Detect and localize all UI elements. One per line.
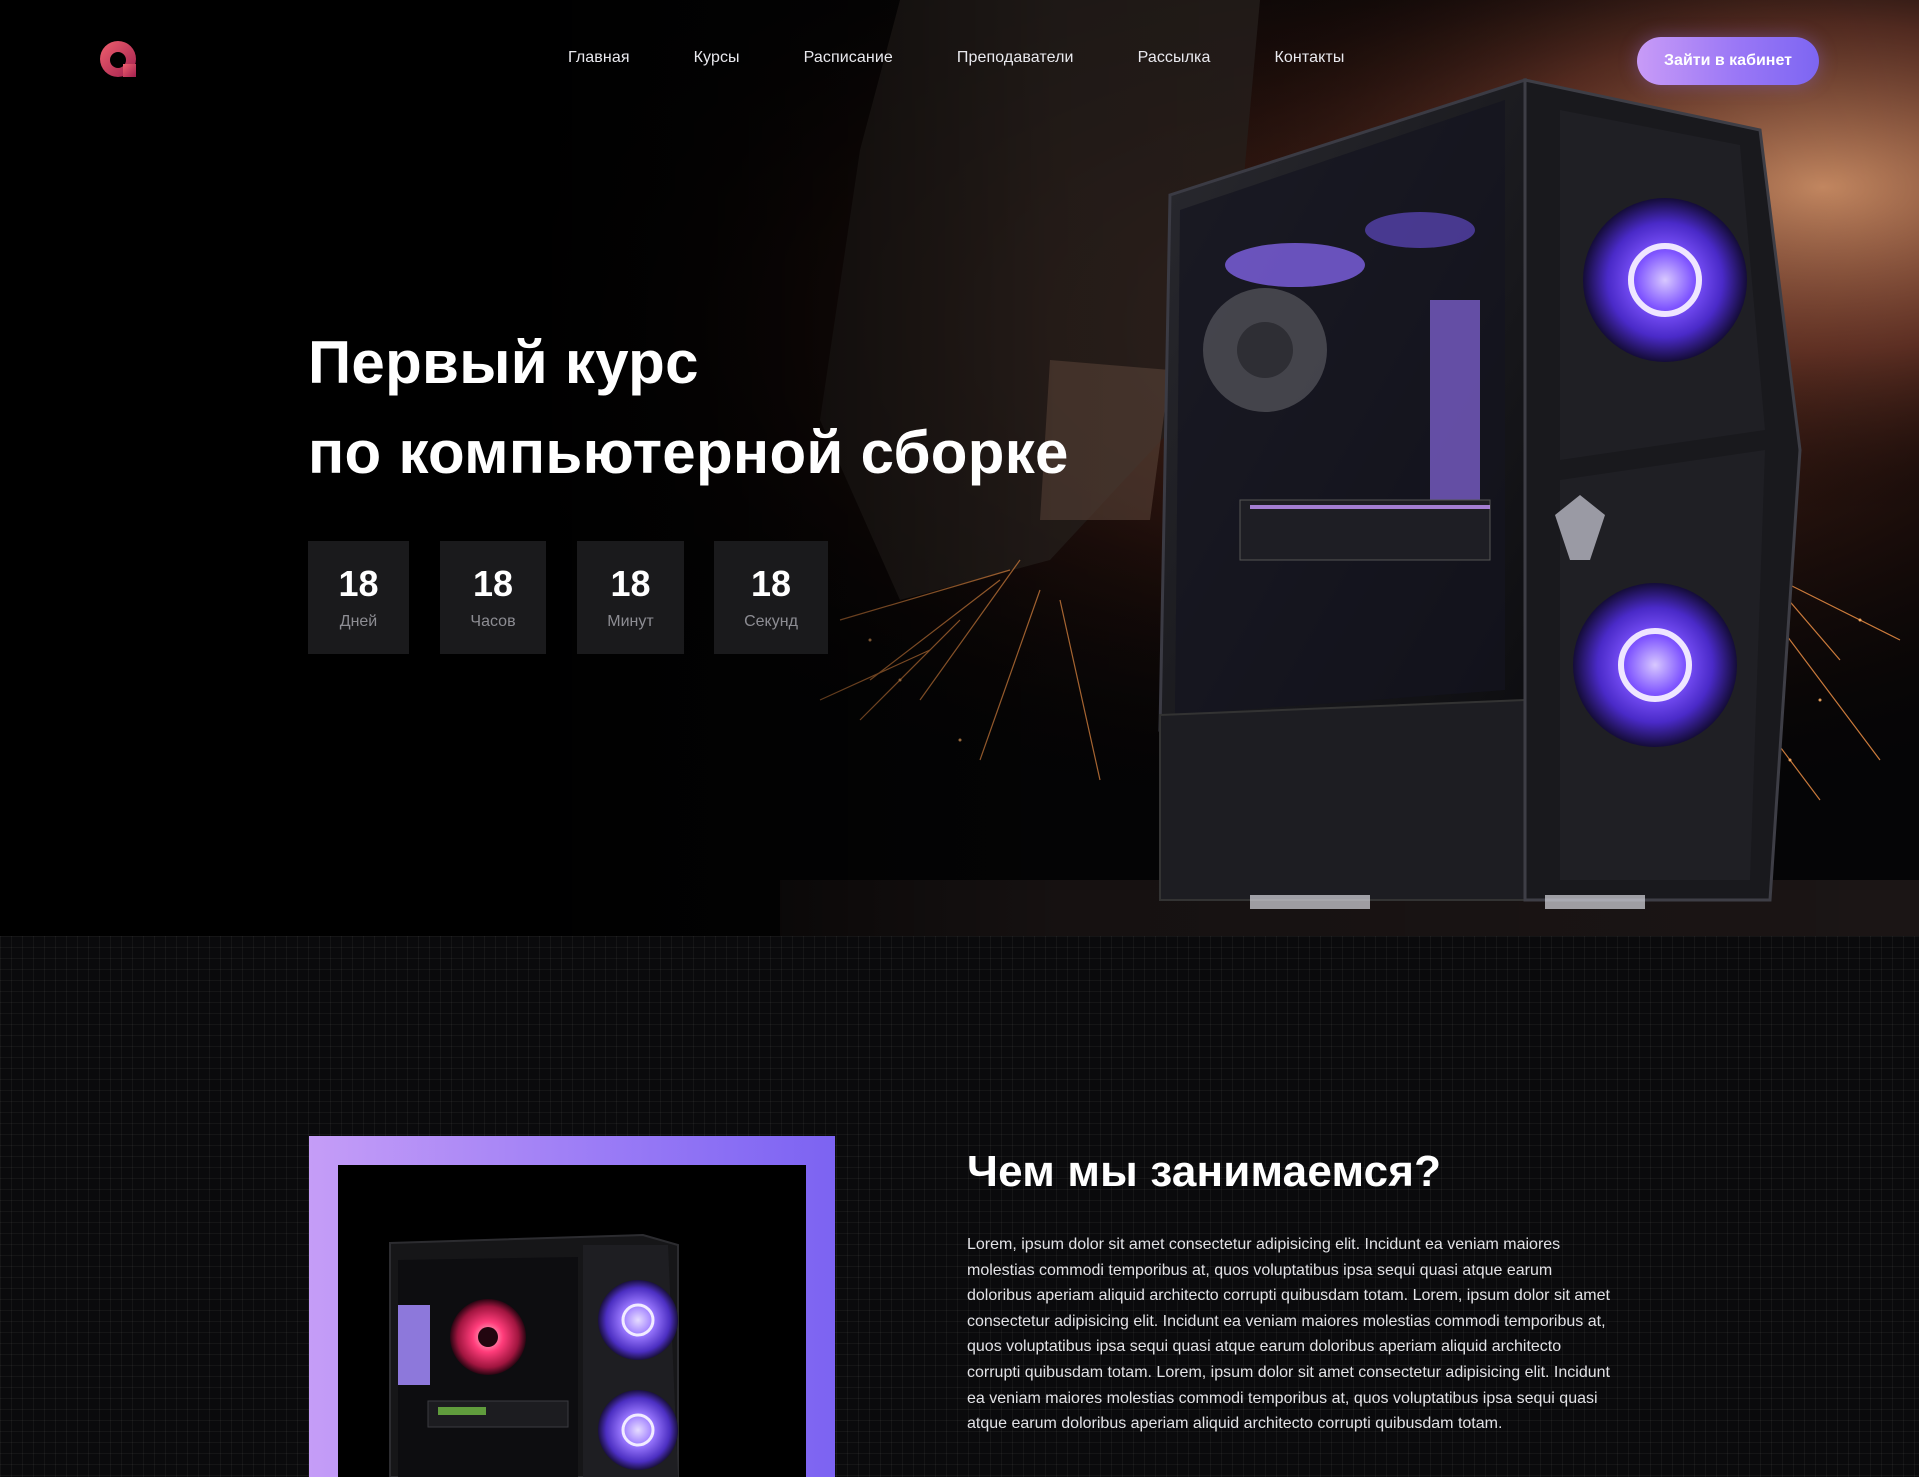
nav-item-schedule[interactable]: Расписание [804, 46, 893, 70]
about-description: Lorem, ipsum dolor sit amet consectetur … [967, 1236, 1610, 1433]
countdown-hours: 18 Часов [440, 541, 546, 654]
about-title: Чем мы занимаемся? [967, 1147, 1442, 1196]
login-cabinet-button[interactable]: Зайти в кабинет [1637, 37, 1819, 85]
countdown-seconds: 18 Секунд [714, 541, 828, 654]
nav-item-newsletter[interactable]: Рассылка [1138, 46, 1211, 70]
countdown-days: 18 Дней [308, 541, 409, 654]
countdown-minutes: 18 Минут [577, 541, 684, 654]
countdown-seconds-label: Секунд [744, 613, 798, 630]
nav-item-contacts[interactable]: Контакты [1275, 46, 1345, 70]
q-ring-logo-icon[interactable] [97, 38, 143, 84]
hero-section: Главная Курсы Расписание Преподаватели Р… [0, 0, 1919, 936]
countdown-days-value: 18 [338, 563, 379, 604]
about-section: Чем мы занимаемся? Lorem, ipsum dolor si… [0, 936, 1919, 1477]
hero-title: Первый курс по компьютерной сборке [308, 318, 1128, 498]
nav-item-home[interactable]: Главная [568, 46, 630, 70]
hero-title-line-1: Первый курс [308, 329, 699, 396]
main-nav: Главная Курсы Расписание Преподаватели Р… [568, 46, 1344, 70]
landing-page: Главная Курсы Расписание Преподаватели Р… [0, 0, 1919, 1477]
nav-item-teachers[interactable]: Преподаватели [957, 46, 1074, 70]
about-image-frame [309, 1136, 835, 1477]
hero-title-line-2: по компьютерной сборке [308, 419, 1069, 486]
countdown-minutes-value: 18 [610, 563, 651, 604]
countdown-hours-value: 18 [472, 563, 514, 604]
countdown-seconds-value: 18 [750, 563, 792, 604]
nav-item-courses[interactable]: Курсы [694, 46, 740, 70]
countdown-hours-label: Часов [470, 613, 516, 630]
rgb-pc-case-image [338, 1165, 806, 1477]
countdown-minutes-label: Минут [607, 613, 654, 630]
countdown-days-label: Дней [339, 613, 378, 630]
